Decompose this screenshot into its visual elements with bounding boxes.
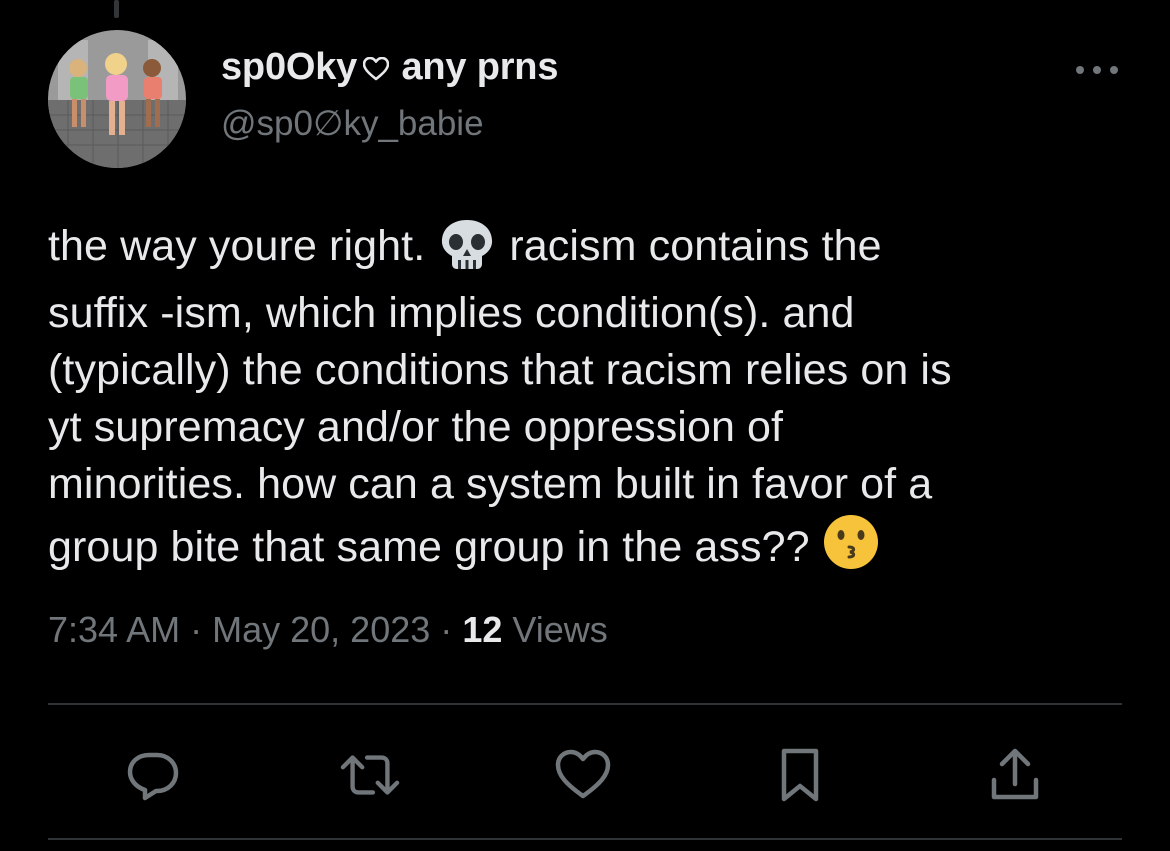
thread-connector-line [114, 0, 119, 18]
tweet-line-3: (typically) the conditions that racism r… [48, 346, 952, 394]
tweet-text-segment: group bite that same group in the ass?? [48, 523, 810, 571]
display-name[interactable]: sp0Oky any prns [221, 46, 558, 91]
like-button[interactable] [553, 745, 613, 805]
avatar-image [48, 30, 186, 168]
tweet-line-2: suffix -ism, which implies condition(s).… [48, 289, 855, 337]
tweet-text-segment: racism contains the [509, 222, 882, 270]
divider [48, 838, 1122, 840]
avatar[interactable] [48, 30, 186, 168]
retweet-button[interactable] [340, 745, 400, 805]
kissing-face-emoji-icon [822, 513, 880, 586]
heart-icon [555, 749, 611, 799]
bookmark-icon [781, 748, 819, 802]
tweet-text-segment: the way youre right. [48, 222, 426, 270]
user-handle[interactable]: @sp0∅ky_babie [221, 104, 484, 144]
bookmark-button[interactable] [770, 745, 830, 805]
display-name-text: sp0Oky [221, 46, 358, 88]
share-button[interactable] [985, 745, 1045, 805]
more-dots-icon [1076, 66, 1118, 74]
tweet-time[interactable]: 7:34 AM [48, 609, 180, 650]
divider [48, 703, 1122, 705]
heart-outline-icon [362, 48, 390, 91]
views-label[interactable]: Views [512, 609, 607, 650]
more-options-button[interactable] [1068, 55, 1126, 85]
tweet-line-1: the way youre right. racism contains the [48, 218, 1128, 285]
tweet-line-4: yt supremacy and/or the oppression of [48, 403, 784, 451]
skull-emoji-icon [437, 218, 497, 285]
views-count[interactable]: 12 [462, 609, 502, 650]
retweet-icon [340, 755, 400, 795]
reply-icon [127, 752, 179, 801]
tweet-line-6: group bite that same group in the ass?? [48, 513, 1128, 586]
meta-separator: · [440, 609, 453, 650]
reply-button[interactable] [123, 745, 183, 805]
tweet-line-5: minorities. how can a system built in fa… [48, 460, 933, 508]
meta-separator: · [190, 609, 203, 650]
tweet-date[interactable]: May 20, 2023 [212, 609, 430, 650]
tweet-timestamp-and-views: 7:34 AM · May 20, 2023 · 12 Views [48, 609, 608, 651]
share-icon [991, 748, 1039, 800]
pronouns-text: any prns [401, 46, 559, 88]
tweet-text: the way youre right. racism contains the… [48, 218, 1128, 586]
